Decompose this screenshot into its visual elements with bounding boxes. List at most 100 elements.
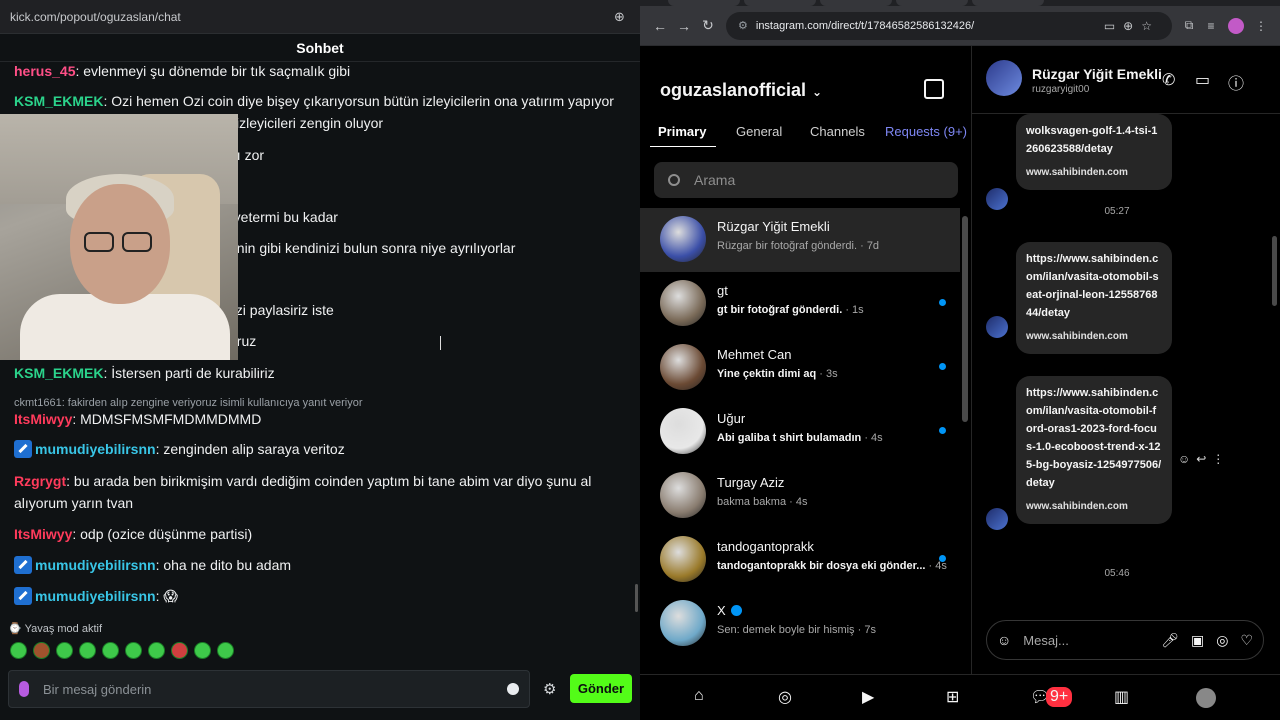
message-bubble[interactable]: https://www.sahibinden.com/ilan/vasita-o… — [1016, 376, 1172, 524]
chat-username[interactable]: ItsMiwyy — [14, 411, 72, 427]
profile-avatar[interactable] — [1228, 17, 1244, 34]
home-icon[interactable]: ⌂ — [694, 687, 704, 705]
emote-icon[interactable] — [33, 642, 50, 659]
message-link[interactable]: wolksvagen-golf-1.4-tsi-1260623588/detay — [1026, 122, 1162, 158]
explore-icon[interactable]: ◎ — [778, 687, 792, 707]
chat-input-placeholder[interactable]: Bir mesaj gönderin — [43, 682, 507, 697]
conversation-item[interactable]: Uğur Abi galiba t shirt bulamadın · 4s — [640, 400, 960, 464]
conversation-name-text[interactable]: gt — [717, 283, 728, 298]
chat-username[interactable]: mumudiyebilirsnn — [35, 441, 156, 457]
dashboard-icon[interactable]: ▥ — [1114, 687, 1129, 707]
profile-icon[interactable] — [1196, 688, 1216, 708]
conversation-name-text[interactable]: Rüzgar Yiğit Emekli — [717, 219, 830, 234]
chat-scrollbar[interactable] — [635, 584, 638, 612]
heart-icon[interactable]: ♡ — [1240, 632, 1253, 649]
message-bubble[interactable]: https://www.sahibinden.com/ilan/vasita-o… — [1016, 242, 1172, 354]
conversation-name[interactable]: X — [717, 603, 742, 618]
inbox-scrollbar[interactable] — [962, 216, 968, 422]
avatar[interactable] — [660, 216, 706, 262]
conversation-name-text[interactable]: Turgay Aziz — [717, 475, 784, 490]
link-site[interactable]: www.sahibinden.com — [1026, 164, 1162, 182]
site-info-icon[interactable]: ⚙ — [738, 19, 748, 32]
avatar[interactable] — [986, 316, 1008, 338]
gear-icon[interactable]: ⚙ — [543, 680, 556, 698]
phone-icon[interactable]: ✆ — [1162, 70, 1175, 90]
emote-icon[interactable] — [10, 642, 27, 659]
chat-username[interactable]: mumudiyebilirsnn — [35, 557, 156, 573]
avatar[interactable] — [660, 536, 706, 582]
conversation-name[interactable]: Mehmet Can — [717, 347, 791, 362]
chat-username[interactable]: Rzgrygt — [14, 473, 66, 489]
conversation-item[interactable]: Rüzgar Yiğit Emekli Rüzgar bir fotoğraf g… — [640, 208, 960, 272]
emote-icon[interactable] — [56, 642, 73, 659]
emote-row[interactable] — [10, 642, 234, 659]
chat-input[interactable]: Bir mesaj gönderin — [8, 670, 530, 708]
tab-primary[interactable]: Primary — [658, 124, 706, 139]
zoom-icon[interactable]: ⊕ — [614, 9, 630, 25]
avatar[interactable] — [986, 508, 1008, 530]
message-link[interactable]: https://www.sahibinden.com/ilan/vasita-o… — [1026, 384, 1162, 492]
tab-channels[interactable]: Channels — [810, 124, 865, 139]
avatar[interactable] — [660, 472, 706, 518]
omnibox[interactable]: ⚙ instagram.com/direct/t/178465825861324… — [726, 11, 1172, 40]
search-placeholder[interactable]: Arama — [694, 172, 735, 188]
emote-icon[interactable] — [171, 642, 188, 659]
message-bubble[interactable]: wolksvagen-golf-1.4-tsi-1260623588/detay… — [1016, 114, 1172, 190]
conversation-item[interactable]: X Sen: demek boyle bir hismiş · 7s — [640, 592, 960, 656]
conversation-name[interactable]: Turgay Aziz — [717, 475, 784, 490]
conversation-name[interactable]: Rüzgar Yiğit Emekli — [717, 219, 830, 234]
conversation-item[interactable]: gt gt bir fotoğraf gönderdi. · 1s — [640, 272, 960, 336]
link-site[interactable]: www.sahibinden.com — [1026, 328, 1162, 346]
video-icon[interactable]: ▭ — [1195, 70, 1210, 90]
avatar[interactable] — [660, 600, 706, 646]
omnibox-url[interactable]: instagram.com/direct/t/17846582586132426… — [756, 20, 974, 32]
reload-icon[interactable]: ↻ — [696, 17, 720, 34]
image-icon[interactable]: ▣ — [1191, 632, 1204, 649]
account-switcher[interactable]: oguzaslanofficial ⌄ — [660, 80, 822, 101]
chat-username[interactable]: KSM_EKMEK — [14, 93, 103, 109]
compose-icon[interactable] — [924, 79, 944, 99]
mic-icon[interactable] — [19, 681, 29, 697]
tab-requests[interactable]: Requests (9+) — [885, 124, 967, 139]
kick-url[interactable]: kick.com/popout/oguzaslan/chat — [10, 10, 614, 24]
sticker-icon[interactable]: ◎ — [1216, 632, 1228, 649]
emoji-icon[interactable]: ☺ — [997, 632, 1011, 648]
avatar[interactable] — [660, 344, 706, 390]
message-link[interactable]: https://www.sahibinden.com/ilan/vasita-o… — [1026, 250, 1162, 322]
link-site[interactable]: www.sahibinden.com — [1026, 498, 1162, 516]
conversation-name-text[interactable]: Uğur — [717, 411, 745, 426]
omnibox-actions[interactable]: ▭⊕☆ — [1104, 19, 1160, 33]
tab-general[interactable]: General — [736, 124, 782, 139]
chat-username[interactable]: ItsMiwyy — [14, 526, 72, 542]
chat-username[interactable]: herus_45 — [14, 63, 75, 79]
conversation-item[interactable]: Mehmet Can Yine çektin dimi aq · 3s — [640, 336, 960, 400]
avatar[interactable] — [986, 60, 1022, 96]
chat-username[interactable]: KSM_EKMEK — [14, 365, 103, 381]
conversation-name[interactable]: gt — [717, 283, 728, 298]
chat-username[interactable]: mumudiyebilirsnn — [35, 588, 156, 604]
emote-icon[interactable] — [194, 642, 211, 659]
reels-icon[interactable]: ▶ — [862, 687, 874, 707]
send-button[interactable]: Gönder — [570, 674, 632, 703]
emoji-icon[interactable] — [507, 683, 519, 695]
message-actions[interactable]: ☺↩⋮ — [1178, 452, 1230, 466]
conversation-item[interactable]: Turgay Aziz bakma bakma · 4s — [640, 464, 960, 528]
avatar[interactable] — [660, 280, 706, 326]
search-input[interactable]: Arama — [654, 162, 958, 198]
extensions-icon[interactable]: ⧉ — [1178, 18, 1200, 33]
conversation-name-text[interactable]: X — [717, 603, 726, 618]
emote-icon[interactable] — [79, 642, 96, 659]
emote-icon[interactable] — [125, 642, 142, 659]
create-icon[interactable]: ⊞ — [946, 687, 959, 707]
conversation-name[interactable]: Uğur — [717, 411, 745, 426]
forward-icon[interactable]: → — [672, 18, 696, 34]
info-icon[interactable]: ⓘ — [1228, 70, 1244, 94]
back-icon[interactable]: ← — [648, 18, 672, 34]
conversation-name-text[interactable]: tandogantoprakk — [717, 539, 814, 554]
conversation-name-text[interactable]: Mehmet Can — [717, 347, 791, 362]
mic-icon[interactable]: 🎤︎ — [1161, 632, 1179, 649]
avatar[interactable] — [660, 408, 706, 454]
message-composer[interactable]: ☺ Mesaj... 🎤︎ ▣ ◎ ♡ — [986, 620, 1264, 660]
conversation-name[interactable]: tandogantoprakk — [717, 539, 814, 554]
thread-name[interactable]: Rüzgar Yiğit Emekli — [1032, 66, 1162, 82]
